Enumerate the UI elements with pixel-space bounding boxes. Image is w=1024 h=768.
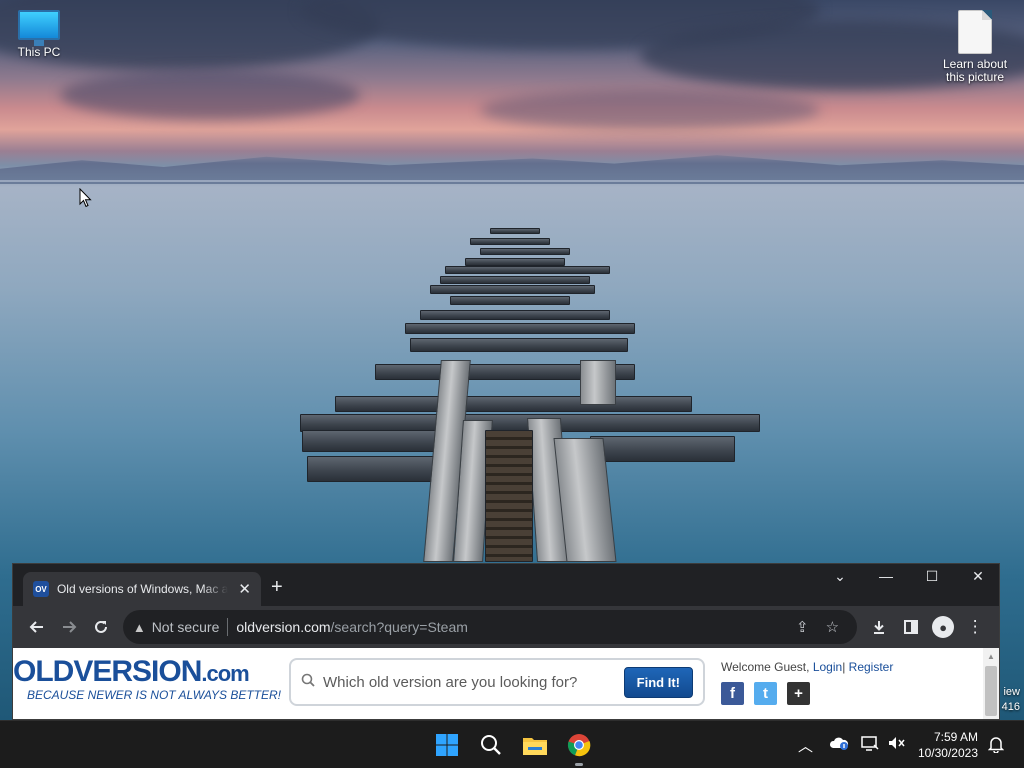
scroll-thumb[interactable]: [985, 666, 997, 716]
taskbar: ︿ 7:59 AM 10/30/2023: [0, 720, 1024, 768]
menu-kebab-icon[interactable]: ⋮: [959, 611, 991, 643]
page-scrollbar[interactable]: ▲: [983, 648, 999, 719]
download-icon[interactable]: [863, 611, 895, 643]
login-link[interactable]: Login: [813, 660, 842, 674]
desktop-icon-this-pc[interactable]: This PC: [1, 10, 77, 59]
notification-bell-icon[interactable]: [987, 735, 1005, 757]
site-logo[interactable]: OLDVERSION.com BECAUSE NEWER IS NOT ALWA…: [13, 655, 283, 703]
facebook-icon[interactable]: f: [721, 682, 744, 705]
file-explorer-icon[interactable]: [519, 729, 551, 761]
edge-text-line1: iew: [1003, 686, 1020, 698]
site-favicon-icon: OV: [33, 581, 49, 597]
logo-dotcom: .com: [201, 661, 249, 686]
site-search-input[interactable]: [323, 673, 613, 691]
tab-search-button[interactable]: ⌄: [817, 568, 863, 585]
minimize-button[interactable]: —: [863, 568, 909, 584]
search-icon: [301, 673, 315, 691]
horizon: [0, 180, 1024, 182]
address-divider: [227, 618, 229, 636]
welcome-text: Welcome Guest,: [721, 660, 810, 674]
side-panel-icon[interactable]: [895, 611, 927, 643]
twitter-icon[interactable]: t: [754, 682, 777, 705]
maximize-button[interactable]: ☐: [909, 568, 955, 585]
tab-title: Old versions of Windows, Mac and Linux s…: [56, 582, 229, 596]
tray-overflow-chevron-icon[interactable]: ︿: [798, 735, 813, 756]
reload-icon: [94, 620, 107, 633]
account-links: Welcome Guest, Login| Register: [721, 660, 893, 674]
logo-text: OLDVERSION: [13, 655, 202, 688]
account-divider: |: [842, 660, 846, 674]
scroll-up-icon[interactable]: ▲: [983, 648, 999, 664]
edge-text-line2: 416: [1001, 701, 1020, 713]
chrome-icon[interactable]: [563, 729, 595, 761]
url-host[interactable]: oldversion.com: [236, 619, 330, 635]
mountains: [0, 155, 1024, 184]
browser-toolbar: ▲ Not secure oldversion.com/search?query…: [13, 606, 999, 648]
share-icon[interactable]: ⇪: [787, 618, 817, 636]
tab-oldversion[interactable]: OV Old versions of Windows, Mac and Linu…: [23, 572, 261, 606]
cloud: [60, 70, 360, 120]
site-search-box: Find It!: [289, 658, 705, 706]
system-clock[interactable]: 7:59 AM 10/30/2023: [900, 729, 978, 761]
cloud: [480, 90, 820, 130]
search-icon[interactable]: [475, 729, 507, 761]
close-window-button[interactable]: ✕: [955, 568, 999, 585]
logo-tagline: BECAUSE NEWER IS NOT ALWAYS BETTER!: [26, 688, 281, 702]
bookmark-star-icon[interactable]: ☆: [817, 618, 847, 636]
warning-icon[interactable]: ▲: [133, 620, 146, 635]
onedrive-icon[interactable]: [829, 735, 849, 755]
document-icon: [958, 10, 992, 54]
profile-button[interactable]: ●: [927, 611, 959, 643]
social-links: f t +: [721, 682, 810, 705]
monitor-icon: [18, 10, 60, 46]
browser-window[interactable]: OV Old versions of Windows, Mac and Linu…: [12, 563, 1000, 720]
forward-button[interactable]: [53, 611, 85, 643]
url-path[interactable]: /search?query=Steam: [331, 619, 468, 635]
register-link[interactable]: Register: [849, 660, 894, 674]
back-button[interactable]: [21, 611, 53, 643]
find-it-button[interactable]: Find It!: [623, 666, 693, 698]
desktop-icon-learn-about-picture[interactable]: Learn about this picture: [937, 10, 1013, 84]
security-label[interactable]: Not secure: [152, 619, 220, 635]
page-content: OLDVERSION.com BECAUSE NEWER IS NOT ALWA…: [13, 648, 999, 719]
network-icon[interactable]: [860, 735, 880, 755]
back-arrow-icon: [29, 621, 43, 633]
running-indicator: [575, 763, 583, 766]
profile-avatar-icon: ●: [932, 616, 955, 638]
forward-arrow-icon: [62, 621, 77, 633]
tab-strip: OV Old versions of Windows, Mac and Linu…: [13, 564, 999, 606]
start-icon[interactable]: [431, 729, 463, 761]
add-icon[interactable]: +: [787, 682, 810, 705]
new-tab-button[interactable]: +: [271, 576, 283, 599]
address-bar[interactable]: ▲ Not secure oldversion.com/search?query…: [122, 610, 858, 644]
reload-button[interactable]: [85, 611, 117, 643]
clock-time: 7:59 AM: [933, 730, 978, 744]
tab-close-icon[interactable]: ✕: [238, 580, 251, 598]
clock-date: 10/30/2023: [917, 746, 978, 760]
